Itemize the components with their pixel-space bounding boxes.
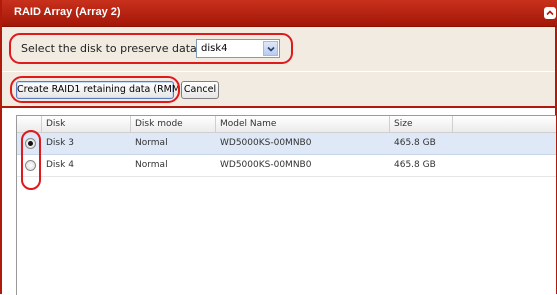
disk-mode-cell: Normal [135, 160, 168, 170]
table-row[interactable]: Disk 3 Normal WD5000KS-00MNB0 465.8 GB [17, 133, 556, 155]
title-bar: RAID Array (Array 2) [2, 0, 557, 27]
cancel-button[interactable]: Cancel [181, 81, 219, 99]
header-disk-mode[interactable]: Disk mode [131, 116, 216, 132]
disk-cell: Disk 3 [46, 138, 74, 148]
size-cell: 465.8 GB [394, 160, 436, 170]
disk-cell: Disk 4 [46, 160, 74, 170]
model-cell: WD5000KS-00MNB0 [220, 160, 312, 170]
header-disk[interactable]: Disk [42, 116, 131, 132]
header-filler [453, 116, 556, 132]
annotation-highlight [21, 130, 41, 190]
annotation-highlight [9, 33, 293, 64]
header-size[interactable]: Size [390, 116, 453, 132]
disk-table: Disk Disk mode Model Name Size Disk 3 No… [16, 115, 556, 295]
table-row[interactable]: Disk 4 Normal WD5000KS-00MNB0 465.8 GB [17, 155, 556, 177]
header-model-name[interactable]: Model Name [216, 116, 390, 132]
table-header: Disk Disk mode Model Name Size [17, 116, 556, 133]
size-cell: 465.8 GB [394, 138, 436, 148]
divider [2, 106, 555, 108]
disk-mode-cell: Normal [135, 138, 168, 148]
annotation-highlight [10, 76, 180, 103]
window-title: RAID Array (Array 2) [14, 6, 121, 18]
model-cell: WD5000KS-00MNB0 [220, 138, 312, 148]
chevron-up-icon[interactable] [544, 7, 556, 19]
